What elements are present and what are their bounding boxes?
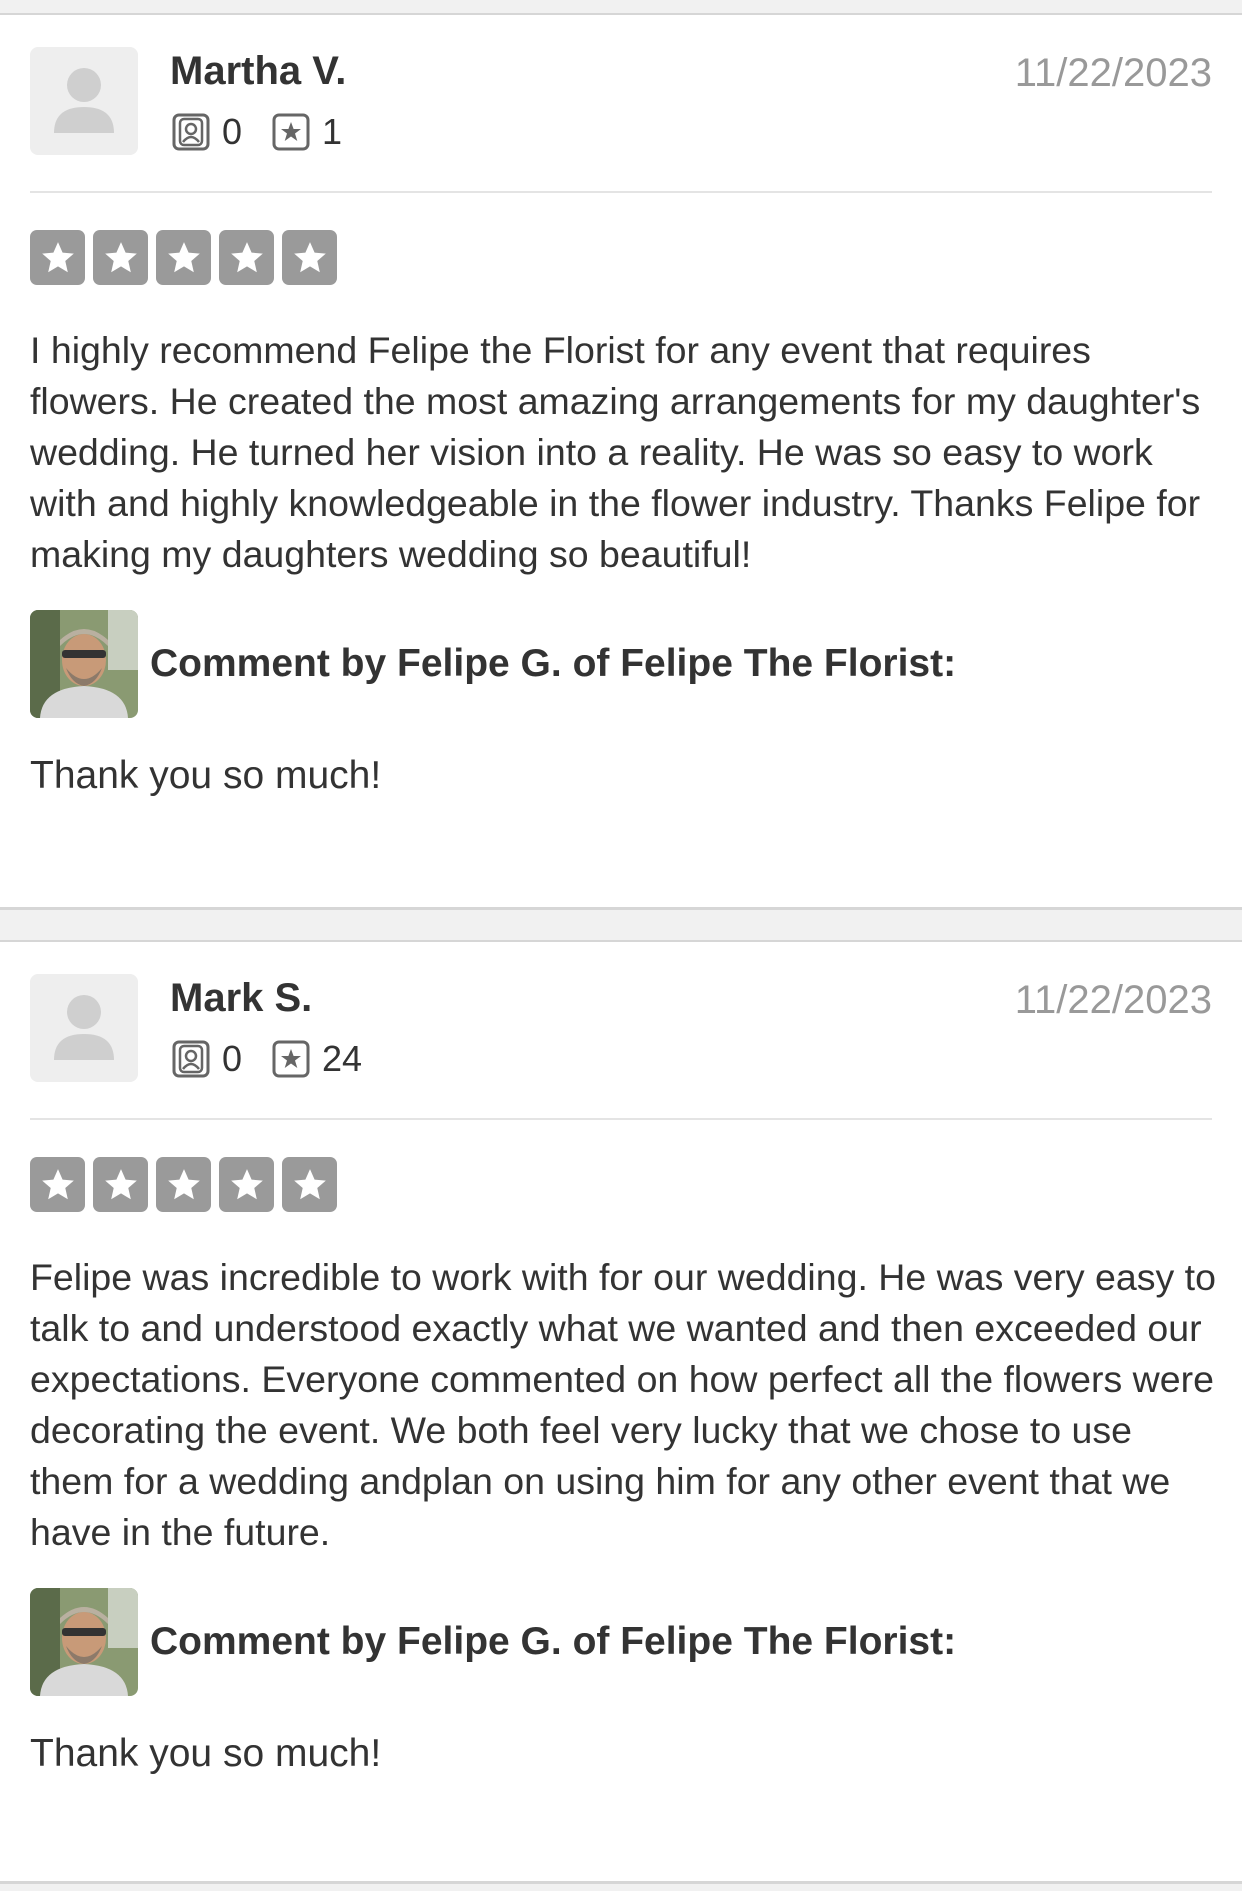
default-user-icon [54,995,114,1060]
reviewer-stats: 0 1 [172,111,372,153]
reviewer-stats: 0 24 [172,1038,392,1080]
friends-stat: 0 [172,1038,242,1080]
star-rating [30,1157,1212,1212]
user-avatar[interactable] [30,974,138,1082]
review-header: Martha V. 11/22/2023 0 1 [30,15,1212,193]
reviews-stat: 1 [272,111,342,153]
star-icon [93,1157,148,1212]
owner-reply-text: Thank you so much! [30,1732,382,1775]
star-icon [30,1157,85,1212]
star-icon [282,230,337,285]
review-card: Mark S. 11/22/2023 0 24 Felipe was incre… [0,940,1242,1884]
comment-label: Comment by Felipe G. of Felipe The Flori… [150,642,957,685]
review-card: Martha V. 11/22/2023 0 1 I highly recomm… [0,15,1242,910]
review-date: 11/22/2023 [1014,978,1212,1022]
review-date: 11/22/2023 [1014,51,1212,95]
owner-comment-header: Comment by Felipe G. of Felipe The Flori… [30,1588,1212,1696]
star-rating [30,230,1212,285]
owner-comment-header: Comment by Felipe G. of Felipe The Flori… [30,610,1212,718]
star-icon [219,1157,274,1212]
star-icon [156,230,211,285]
review-text: I highly recommend Felipe the Florist fo… [30,329,1201,575]
owner-photo-icon [30,1588,138,1696]
star-icon [156,1157,211,1212]
reviewer-name[interactable]: Martha V. [170,49,346,94]
star-icon [30,230,85,285]
friends-count: 0 [222,1038,243,1079]
friends-count: 0 [222,111,243,152]
review-star-icon [272,1040,310,1078]
reviews-count: 24 [322,1038,363,1079]
friends-icon [172,1040,210,1078]
reviews-count: 1 [322,111,343,152]
user-avatar[interactable] [30,47,138,155]
review-star-icon [272,113,310,151]
reviews-stat: 24 [272,1038,362,1080]
owner-reply-text: Thank you so much! [30,754,382,797]
star-icon [93,230,148,285]
review-text: Felipe was incredible to work with for o… [30,1256,1216,1553]
reviewer-name[interactable]: Mark S. [170,976,312,1021]
friends-icon [172,113,210,151]
owner-avatar[interactable] [30,1588,138,1696]
star-icon [282,1157,337,1212]
owner-avatar[interactable] [30,610,138,718]
friends-stat: 0 [172,111,242,153]
review-header: Mark S. 11/22/2023 0 24 [30,942,1212,1120]
default-user-icon [54,68,114,133]
owner-photo-icon [30,610,138,718]
comment-label: Comment by Felipe G. of Felipe The Flori… [150,1620,957,1663]
star-icon [219,230,274,285]
